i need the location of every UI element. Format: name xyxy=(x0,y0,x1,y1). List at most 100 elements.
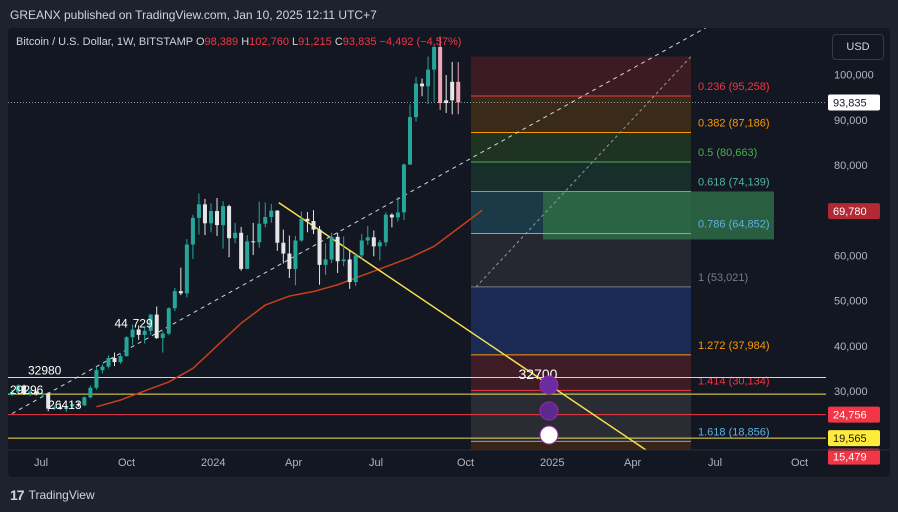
fib-level-label: 0.236 (95,258) xyxy=(698,81,770,93)
fib-zone xyxy=(471,161,691,192)
candle-body xyxy=(100,366,105,371)
symbol-legend: Bitcoin / U.S. Dollar, 1W, BITSTAMP O98,… xyxy=(16,36,461,48)
fib-level-label: 1.618 (18,856) xyxy=(698,426,770,438)
time-tick-label: Oct xyxy=(791,457,808,469)
candle-body xyxy=(305,218,310,222)
candle-body xyxy=(82,397,87,406)
time-tick-label: 2024 xyxy=(201,457,225,469)
high-label: H xyxy=(241,36,250,48)
fib-zone xyxy=(471,56,691,97)
currency-button[interactable]: USD xyxy=(832,34,884,60)
price-tick-label: 50,000 xyxy=(834,296,868,308)
time-tick-label: 2025 xyxy=(540,457,564,469)
candle-body xyxy=(142,330,147,335)
candle-body xyxy=(275,210,280,243)
candle-body xyxy=(359,240,364,256)
candle-body xyxy=(208,211,213,224)
candle-body xyxy=(395,212,400,218)
price-label-text: 19,565 xyxy=(833,433,867,445)
open-label: O xyxy=(195,36,205,48)
candle-body xyxy=(317,229,322,265)
candle-body xyxy=(450,81,455,101)
price-tick-label: 60,000 xyxy=(834,250,868,262)
candle-body xyxy=(112,357,117,363)
fib-zone xyxy=(471,96,691,133)
fib-level-label: 0.5 (80,663) xyxy=(698,147,757,159)
price-annotation: 729 xyxy=(133,317,153,331)
chart-frame[interactable]: 0.236 (95,258) 0.382 (87,186) 0.5 (80,663)… xyxy=(8,28,890,477)
time-tick-label: Apr xyxy=(285,457,302,469)
candle-body xyxy=(239,232,244,269)
candle-body xyxy=(160,333,165,339)
event-icon[interactable] xyxy=(539,375,559,395)
candle-body xyxy=(389,214,394,218)
candle-body xyxy=(438,47,443,104)
fib-level-label: 1.272 (37,984) xyxy=(698,340,770,352)
candle-body xyxy=(263,216,268,224)
candle-body xyxy=(323,259,328,265)
candle-body xyxy=(432,47,437,70)
candle-body xyxy=(377,242,382,247)
fib-zone xyxy=(471,390,691,442)
publisher-header: GREANX published on TradingView.com, Jan… xyxy=(10,8,377,22)
fib-level-label: 0.618 (74,139) xyxy=(698,176,770,188)
candle-body xyxy=(124,337,129,357)
candle-body xyxy=(420,83,425,87)
close-value: 93,835 xyxy=(342,36,377,48)
time-tick-label: Jul xyxy=(34,457,48,469)
fib-level-label: 0.786 (64,852) xyxy=(698,218,770,230)
candle-body xyxy=(221,206,226,226)
price-label-text: 93,835 xyxy=(833,97,867,109)
candle-body xyxy=(311,221,316,230)
candle-body xyxy=(118,356,123,363)
flag-event-icon[interactable] xyxy=(539,425,559,445)
candle-body xyxy=(172,291,177,309)
candle-body xyxy=(245,241,250,269)
footer: 17 TradingView xyxy=(10,487,95,503)
price-label-text: 24,756 xyxy=(833,410,867,422)
price-label-text: 15,479 xyxy=(833,452,867,464)
event-icon[interactable] xyxy=(539,401,559,421)
open-value: 98,389 xyxy=(204,36,239,48)
candle-body xyxy=(257,223,262,243)
fib-level-label: 1 (53,021) xyxy=(698,272,748,284)
candle-body xyxy=(347,259,352,283)
fib-zone xyxy=(471,286,691,355)
fib-zone xyxy=(471,441,691,450)
green-zone-box xyxy=(543,191,774,240)
tradingview-logo-icon: 17 xyxy=(10,487,25,503)
candle-body xyxy=(353,255,358,283)
price-label-text: 69,780 xyxy=(833,206,867,218)
fib-zone xyxy=(471,132,691,162)
footer-brand: TradingView xyxy=(28,488,95,502)
time-tick-label: Jul xyxy=(369,457,383,469)
candle-body xyxy=(106,357,111,367)
candle-body xyxy=(414,83,419,118)
change-value: −4,492 (−4.57%) xyxy=(379,36,462,48)
price-tick-label: 40,000 xyxy=(834,341,868,353)
candle-body xyxy=(426,69,431,87)
candle-body xyxy=(401,164,406,213)
time-tick-label: Jul xyxy=(708,457,722,469)
candle-body xyxy=(456,81,461,103)
candle-body xyxy=(371,237,376,247)
price-tick-label: 100,000 xyxy=(834,70,874,82)
candle-body xyxy=(287,253,292,269)
close-label: C xyxy=(334,36,343,48)
price-annotation: 44 xyxy=(115,317,129,331)
price-annotation: 29296 xyxy=(10,383,44,397)
candle-body xyxy=(407,117,412,165)
fib-zone xyxy=(471,233,691,287)
candle-body xyxy=(335,236,340,262)
price-chart[interactable]: 0.236 (95,258) 0.382 (87,186) 0.5 (80,663)… xyxy=(8,28,890,477)
time-tick-label: Oct xyxy=(118,457,135,469)
candle-body xyxy=(365,237,370,241)
candle-body xyxy=(166,308,171,334)
candle-body xyxy=(251,241,256,243)
fib-zone xyxy=(471,354,691,391)
candle-body xyxy=(444,100,449,104)
candle-body xyxy=(94,370,99,388)
candle-body xyxy=(227,206,232,239)
price-annotation: 32980 xyxy=(28,364,62,378)
candle-body xyxy=(88,387,93,398)
